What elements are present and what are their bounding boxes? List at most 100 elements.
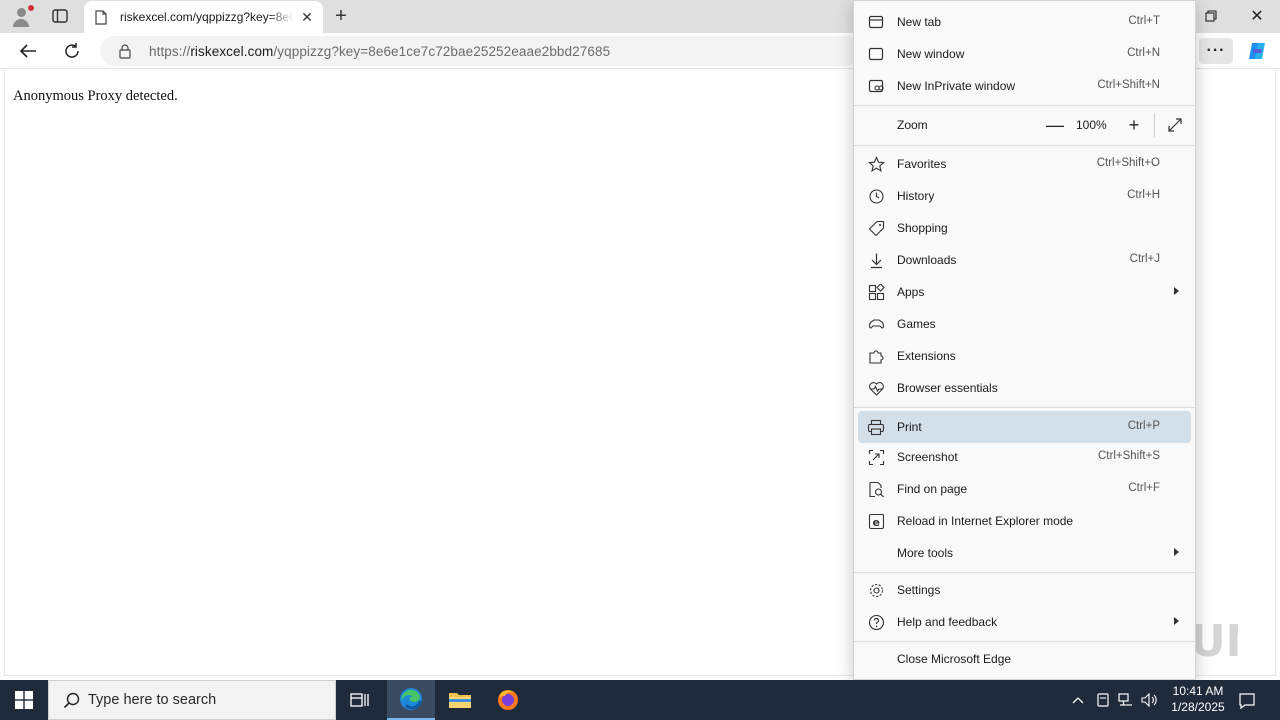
menu-item-downloads[interactable]: Downloads Ctrl+J bbox=[858, 244, 1191, 276]
menu-item-zoom: Zoom — 100% + bbox=[858, 109, 1191, 141]
back-icon[interactable] bbox=[16, 39, 40, 63]
zoom-level: 100% bbox=[1076, 118, 1107, 132]
menu-separator bbox=[854, 145, 1195, 146]
search-placeholder: Type here to search bbox=[88, 692, 217, 708]
svg-text:e: e bbox=[872, 516, 879, 529]
clock-time: 10:41 AM bbox=[1172, 684, 1224, 698]
profile-body bbox=[13, 19, 29, 27]
games-icon bbox=[867, 315, 885, 333]
menu-item-shortcut: Ctrl+Shift+O bbox=[1096, 157, 1160, 169]
address-bar[interactable]: https://riskexcel.com/yqppizzg?key=8e6e1… bbox=[100, 36, 860, 66]
menu-item-new-tab[interactable]: New tab Ctrl+T bbox=[858, 6, 1191, 38]
menu-item-favorites[interactable]: Favorites Ctrl+Shift+O bbox=[858, 148, 1191, 180]
taskbar: Type here to search 10:41 AM 1/28/2025 bbox=[0, 680, 1280, 720]
menu-item-label: Find on page bbox=[897, 482, 968, 496]
windows-icon bbox=[15, 691, 33, 709]
tag-icon bbox=[867, 219, 885, 237]
edge-icon bbox=[400, 688, 422, 710]
profile-avatar[interactable] bbox=[8, 5, 36, 29]
restore-window-icon[interactable] bbox=[1200, 6, 1222, 26]
profile-notification-dot bbox=[28, 5, 34, 11]
system-clock[interactable]: 10:41 AM 1/28/2025 bbox=[1162, 683, 1234, 717]
reload-icon[interactable] bbox=[60, 39, 84, 63]
show-hidden-icons-chevron-icon[interactable] bbox=[1070, 692, 1086, 708]
lock-icon[interactable] bbox=[118, 43, 132, 59]
tab-actions-icon[interactable] bbox=[46, 5, 74, 27]
menu-item-find-on-page[interactable]: Find on page Ctrl+F bbox=[858, 473, 1191, 505]
settings-and-more-button[interactable]: ··· bbox=[1199, 38, 1233, 64]
menu-item-label: Games bbox=[897, 317, 936, 331]
menu-item-close-edge[interactable]: Close Microsoft Edge bbox=[858, 643, 1191, 675]
download-icon bbox=[867, 251, 885, 269]
search-icon bbox=[62, 691, 80, 709]
taskbar-edge-button[interactable] bbox=[387, 680, 435, 720]
menu-item-more-tools[interactable]: More tools bbox=[858, 537, 1191, 569]
menu-separator bbox=[854, 641, 1195, 642]
menu-item-print[interactable]: Print Ctrl+P bbox=[858, 411, 1191, 443]
menu-item-apps[interactable]: Apps bbox=[858, 276, 1191, 308]
copilot-icon[interactable] bbox=[1245, 39, 1269, 63]
menu-item-label: New InPrivate window bbox=[897, 79, 1016, 93]
menu-item-screenshot[interactable]: Screenshot Ctrl+Shift+S bbox=[858, 441, 1191, 473]
menu-item-label: Favorites bbox=[897, 157, 947, 171]
close-window-icon[interactable]: ✕ bbox=[1246, 6, 1268, 26]
network-icon[interactable] bbox=[1117, 691, 1135, 709]
menu-item-new-window[interactable]: New window Ctrl+N bbox=[858, 38, 1191, 70]
volume-icon[interactable] bbox=[1141, 691, 1159, 709]
taskbar-file-explorer-button[interactable] bbox=[436, 680, 484, 720]
menu-item-settings[interactable]: Settings bbox=[858, 574, 1191, 606]
heart-pulse-icon bbox=[867, 379, 885, 397]
taskbar-search-box[interactable]: Type here to search bbox=[48, 680, 336, 720]
submenu-arrow-icon bbox=[1174, 287, 1179, 295]
menu-item-help-and-feedback[interactable]: Help and feedback bbox=[858, 606, 1191, 638]
menu-item-label: Print bbox=[897, 420, 922, 434]
page-message: Anonymous Proxy detected. bbox=[13, 88, 178, 104]
menu-item-reload-ie-mode[interactable]: e Reload in Internet Explorer mode bbox=[858, 505, 1191, 537]
submenu-arrow-icon bbox=[1174, 548, 1179, 556]
menu-item-new-inprivate-window[interactable]: New InPrivate window Ctrl+Shift+N bbox=[858, 70, 1191, 102]
clock-date: 1/28/2025 bbox=[1171, 700, 1225, 714]
taskbar-firefox-button[interactable] bbox=[484, 680, 532, 720]
url-path: /yqppizzg?key=8e6e1ce7c72bae25252eaae2bb… bbox=[273, 43, 611, 59]
menu-item-games[interactable]: Games bbox=[858, 308, 1191, 340]
menu-item-shortcut: Ctrl+T bbox=[1128, 15, 1160, 27]
menu-item-history[interactable]: History Ctrl+H bbox=[858, 180, 1191, 212]
extensions-icon bbox=[867, 347, 885, 365]
menu-item-shortcut: Ctrl+P bbox=[1127, 420, 1160, 432]
menu-item-label: History bbox=[897, 189, 935, 203]
url-host: riskexcel.com bbox=[190, 43, 274, 59]
inprivate-icon bbox=[867, 77, 885, 95]
menu-item-shopping[interactable]: Shopping bbox=[858, 212, 1191, 244]
menu-item-label: Downloads bbox=[897, 253, 957, 267]
menu-item-label: Apps bbox=[897, 285, 925, 299]
new-window-icon bbox=[867, 45, 885, 63]
ie-icon: e bbox=[867, 512, 885, 530]
task-view-button[interactable] bbox=[336, 680, 384, 720]
menu-separator bbox=[854, 572, 1195, 573]
zoom-in-button[interactable]: + bbox=[1122, 113, 1146, 137]
zoom-out-button[interactable]: — bbox=[1043, 113, 1067, 137]
security-tray-icon[interactable] bbox=[1094, 691, 1112, 709]
notification-center-icon[interactable] bbox=[1236, 690, 1258, 712]
find-icon bbox=[867, 480, 885, 498]
menu-separator bbox=[854, 407, 1195, 408]
help-icon bbox=[867, 613, 885, 631]
printer-icon bbox=[867, 418, 885, 436]
menu-item-browser-essentials[interactable]: Browser essentials bbox=[858, 372, 1191, 404]
fullscreen-icon[interactable] bbox=[1163, 113, 1187, 137]
new-tab-button[interactable]: + bbox=[330, 5, 352, 27]
menu-item-extensions[interactable]: Extensions bbox=[858, 340, 1191, 372]
menu-item-label: Close Microsoft Edge bbox=[897, 652, 1012, 666]
browser-tab[interactable]: riskexcel.com/yqppizzg?key=8e6e1ce7c72ba… bbox=[84, 1, 323, 33]
submenu-arrow-icon bbox=[1174, 617, 1179, 625]
menu-item-label: Zoom bbox=[897, 118, 928, 132]
menu-item-shortcut: Ctrl+H bbox=[1127, 189, 1160, 201]
new-tab-icon bbox=[867, 13, 885, 31]
menu-item-shortcut: Ctrl+F bbox=[1128, 482, 1160, 494]
menu-item-label: New tab bbox=[897, 15, 942, 29]
url-prefix: https:// bbox=[149, 43, 191, 59]
start-button[interactable] bbox=[0, 680, 48, 720]
tab-close-icon[interactable]: ✕ bbox=[299, 9, 315, 25]
page-icon bbox=[94, 9, 108, 25]
menu-item-label: Screenshot bbox=[897, 450, 958, 464]
